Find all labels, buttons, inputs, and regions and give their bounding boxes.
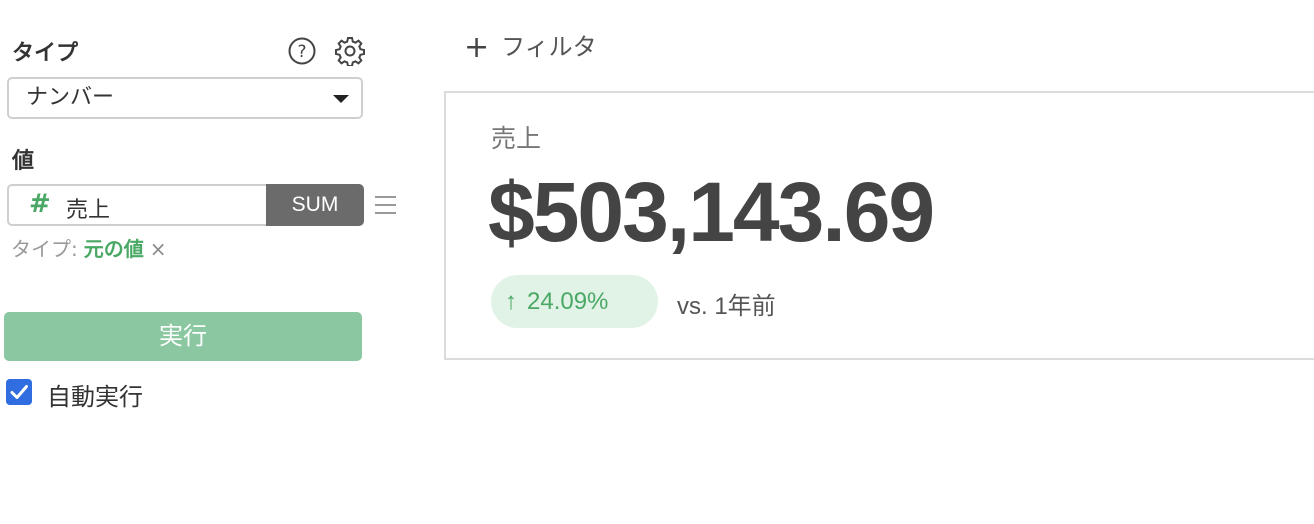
value-label: 値 — [12, 149, 35, 174]
add-filter-label: フィルタ — [501, 33, 597, 61]
auto-run-checkbox[interactable] — [6, 379, 32, 405]
value-field-name: 売上 — [66, 198, 111, 223]
change-badge: ↑ 24.09% — [491, 275, 658, 328]
value-field[interactable]: # 売上 — [7, 184, 267, 226]
drag-handle-icon[interactable] — [374, 193, 397, 217]
subtype-key: タイプ: — [11, 237, 78, 261]
number-card: 売上 $503,143.69 ↑ 24.09% vs. 1年前 — [444, 91, 1314, 360]
chevron-down-icon — [333, 95, 349, 103]
change-value: 24.09% — [527, 288, 609, 315]
run-button[interactable]: 実行 — [4, 312, 362, 361]
svg-text:?: ? — [297, 42, 306, 62]
compare-label: vs. 1年前 — [677, 293, 776, 320]
arrow-up-icon: ↑ — [505, 288, 517, 315]
card-value: $503,143.69 — [488, 165, 935, 259]
card-title: 売上 — [491, 124, 542, 153]
gear-icon[interactable] — [335, 36, 365, 66]
subtype-value[interactable]: 元の値 — [84, 237, 144, 261]
add-filter-button[interactable]: + フィルタ — [464, 27, 597, 65]
plus-icon: + — [464, 30, 490, 65]
type-select-value: ナンバー — [26, 85, 115, 110]
value-subtype: タイプ: 元の値 × — [11, 233, 167, 262]
type-select[interactable]: ナンバー — [7, 77, 363, 119]
type-label: タイプ — [12, 41, 79, 66]
aggregation-button[interactable]: SUM — [266, 184, 364, 226]
help-icon[interactable]: ? — [288, 37, 316, 65]
hash-icon: # — [29, 189, 51, 219]
close-icon[interactable]: × — [150, 237, 167, 261]
auto-run-label: 自動実行 — [47, 383, 143, 411]
